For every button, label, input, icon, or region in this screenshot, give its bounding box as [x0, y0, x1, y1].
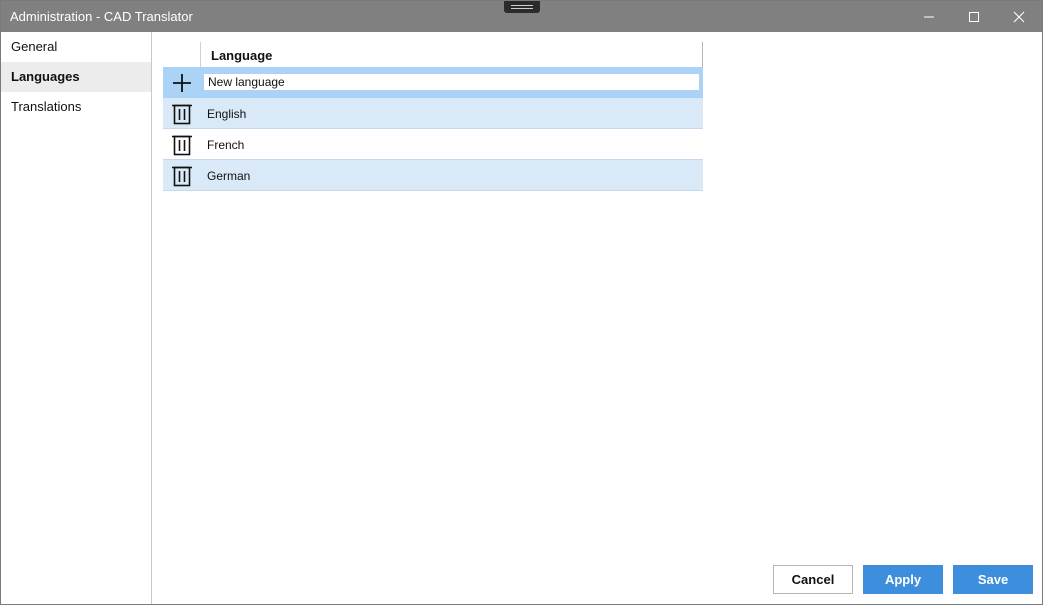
minimize-button[interactable]	[906, 1, 952, 32]
sidebar-item-translations[interactable]: Translations	[1, 92, 151, 122]
new-language-row	[163, 67, 703, 98]
close-button[interactable]	[996, 1, 1042, 32]
language-name: French	[207, 138, 245, 152]
sidebar-item-general[interactable]: General	[1, 32, 151, 62]
sidebar-nav: General Languages Translations	[1, 32, 152, 604]
column-header-language[interactable]: Language	[211, 48, 272, 63]
apply-button[interactable]: Apply	[863, 565, 943, 594]
sidebar-item-label: Languages	[11, 69, 80, 84]
column-separator[interactable]	[200, 42, 201, 67]
grid-header: Language	[163, 42, 703, 67]
save-button[interactable]: Save	[953, 565, 1033, 594]
maximize-icon	[969, 12, 979, 22]
plus-icon[interactable]	[170, 71, 194, 95]
table-row[interactable]: French	[163, 129, 703, 160]
sidebar-item-label: Translations	[11, 99, 82, 114]
admin-window: Administration - CAD Translator General …	[0, 0, 1043, 605]
table-row[interactable]: English	[163, 98, 703, 129]
languages-grid: Language English	[163, 42, 703, 191]
maximize-button[interactable]	[951, 1, 997, 32]
sidebar-item-label: General	[11, 39, 58, 54]
close-icon	[1013, 11, 1025, 23]
table-row[interactable]: German	[163, 160, 703, 191]
window-title: Administration - CAD Translator	[10, 9, 193, 24]
trash-icon[interactable]	[170, 164, 194, 188]
trash-icon[interactable]	[170, 133, 194, 157]
cancel-button[interactable]: Cancel	[773, 565, 853, 594]
minimize-icon	[924, 16, 934, 18]
language-name: English	[207, 107, 247, 121]
title-bar[interactable]: Administration - CAD Translator	[1, 1, 1042, 32]
sidebar-item-languages[interactable]: Languages	[1, 62, 151, 92]
language-name: German	[207, 169, 251, 183]
trash-icon[interactable]	[170, 102, 194, 126]
snap-grip-handle[interactable]	[504, 1, 540, 13]
new-language-input[interactable]	[204, 74, 699, 90]
